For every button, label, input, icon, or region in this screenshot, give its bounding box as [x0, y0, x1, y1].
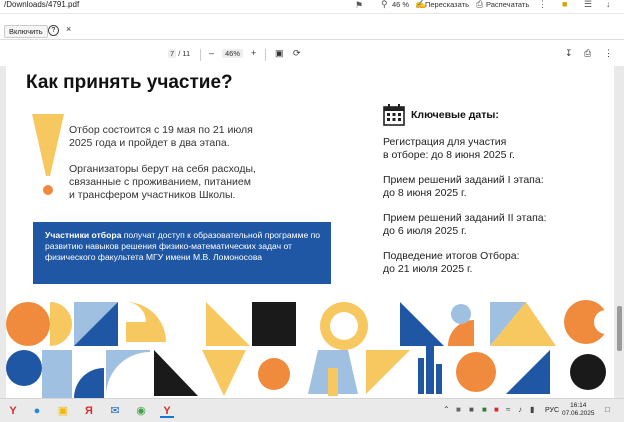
- search-zoom-icon[interactable]: ⚲: [381, 0, 388, 10]
- extension-bar: Включить ? ×: [0, 22, 624, 40]
- page-indicator: 7 / 11: [168, 49, 190, 58]
- wifi-icon[interactable]: ≈: [506, 405, 510, 414]
- pdf-page: Как принять участие? Отбор состоится с 1…: [6, 66, 614, 398]
- folder-icon[interactable]: ▣: [56, 404, 70, 418]
- browser-top-bar: /Downloads/4791.pdf ⚑ ⚲ 46 % ✍ Пересказа…: [0, 0, 624, 14]
- battery-icon[interactable]: ▮: [530, 405, 534, 414]
- download-icon[interactable]: ↓: [606, 0, 611, 9]
- exclamation-icon: [32, 114, 64, 195]
- rotate-icon[interactable]: ⟳: [293, 48, 301, 59]
- clock-date: 07.06.2025: [562, 410, 595, 417]
- enable-button[interactable]: Включить: [4, 25, 48, 38]
- participants-box: Участники отбора получат доступ к образо…: [33, 222, 331, 284]
- selection-info-text: Отбор состоится с 19 мая по 21 июля 2025…: [69, 124, 253, 149]
- print-pdf-icon[interactable]: ⎙: [584, 48, 591, 59]
- windows-taskbar: Y ● ▣ Я ✉ ◉ Y ⌃ ■ ■ ■ ■ ≈ ♪ ▮ РУС 16:14 …: [0, 398, 624, 422]
- print-button[interactable]: Распечатать: [486, 0, 529, 9]
- tray-app-icon[interactable]: ■: [494, 405, 499, 414]
- clock[interactable]: 16:14 07.06.2025: [562, 402, 595, 418]
- yandex-browser-icon[interactable]: Я: [82, 404, 96, 418]
- collections-icon[interactable]: ■: [562, 0, 567, 9]
- bookmarks-list-icon[interactable]: ☰: [584, 0, 592, 10]
- chrome-icon[interactable]: ◉: [134, 404, 148, 418]
- pdf-toolbar: 7 / 11 – 46% + ▣ ⟳ ↧ ⎙ ⋮: [0, 44, 624, 66]
- scrollbar-thumb[interactable]: [617, 306, 622, 351]
- language-indicator[interactable]: РУС: [545, 407, 559, 414]
- pdf-viewer[interactable]: Как принять участие? Отбор состоится с 1…: [0, 66, 624, 398]
- page-total: / 11: [178, 49, 191, 58]
- tray-app-icon[interactable]: ■: [469, 405, 474, 414]
- more-options-icon[interactable]: ⋮: [604, 48, 613, 59]
- date-item: Регистрация для участия в отборе: до 8 и…: [383, 136, 515, 161]
- address-path[interactable]: /Downloads/4791.pdf: [4, 0, 79, 9]
- volume-icon[interactable]: ♪: [518, 405, 522, 414]
- tray-app-icon[interactable]: ■: [482, 405, 487, 414]
- tray-arrow-icon[interactable]: ⌃: [443, 405, 450, 414]
- zoom-out-button[interactable]: –: [209, 48, 214, 58]
- page-heading: Как принять участие?: [26, 72, 233, 93]
- key-dates-title: Ключевые даты:: [411, 109, 499, 121]
- yandex-icon[interactable]: Y: [6, 404, 20, 418]
- costs-info-text: Организаторы берут на себя расходы, связ…: [69, 163, 256, 201]
- retell-button[interactable]: Пересказать: [425, 0, 469, 9]
- toolbar-divider: [200, 49, 201, 61]
- clock-time: 16:14: [570, 402, 587, 409]
- zoom-in-button[interactable]: +: [251, 48, 256, 58]
- download-pdf-icon[interactable]: ↧: [565, 48, 573, 59]
- zoom-level[interactable]: 46 %: [392, 0, 409, 9]
- edge-icon[interactable]: ●: [30, 404, 44, 418]
- outlook-icon[interactable]: ✉: [108, 404, 122, 418]
- key-dates-list: Регистрация для участия в отборе: до 8 и…: [383, 136, 613, 288]
- zoom-value[interactable]: 46%: [222, 49, 244, 58]
- close-icon[interactable]: ×: [66, 24, 71, 34]
- participants-bold: Участники отбора: [45, 230, 122, 240]
- yandex-active-icon[interactable]: Y: [160, 404, 174, 418]
- calendar-icon: [383, 104, 405, 126]
- fit-page-icon[interactable]: ▣: [275, 48, 284, 59]
- more-icon[interactable]: ⋮: [538, 0, 547, 10]
- help-icon[interactable]: ?: [48, 25, 59, 36]
- toolbar-divider: [265, 49, 266, 61]
- page-number-input[interactable]: 7: [168, 49, 177, 58]
- bookmark-icon[interactable]: ⚑: [355, 0, 363, 11]
- date-item: Прием решений заданий II этапа: до 6 июл…: [383, 212, 547, 237]
- date-item: Подведение итогов Отбора: до 21 июля 202…: [383, 250, 520, 275]
- print-icon[interactable]: ⎙: [476, 0, 483, 10]
- tray-app-icon[interactable]: ■: [456, 405, 461, 414]
- date-item: Прием решений заданий I этапа: до 8 июня…: [383, 174, 544, 199]
- decorative-pattern: [6, 298, 614, 398]
- notifications-icon[interactable]: □: [605, 405, 610, 414]
